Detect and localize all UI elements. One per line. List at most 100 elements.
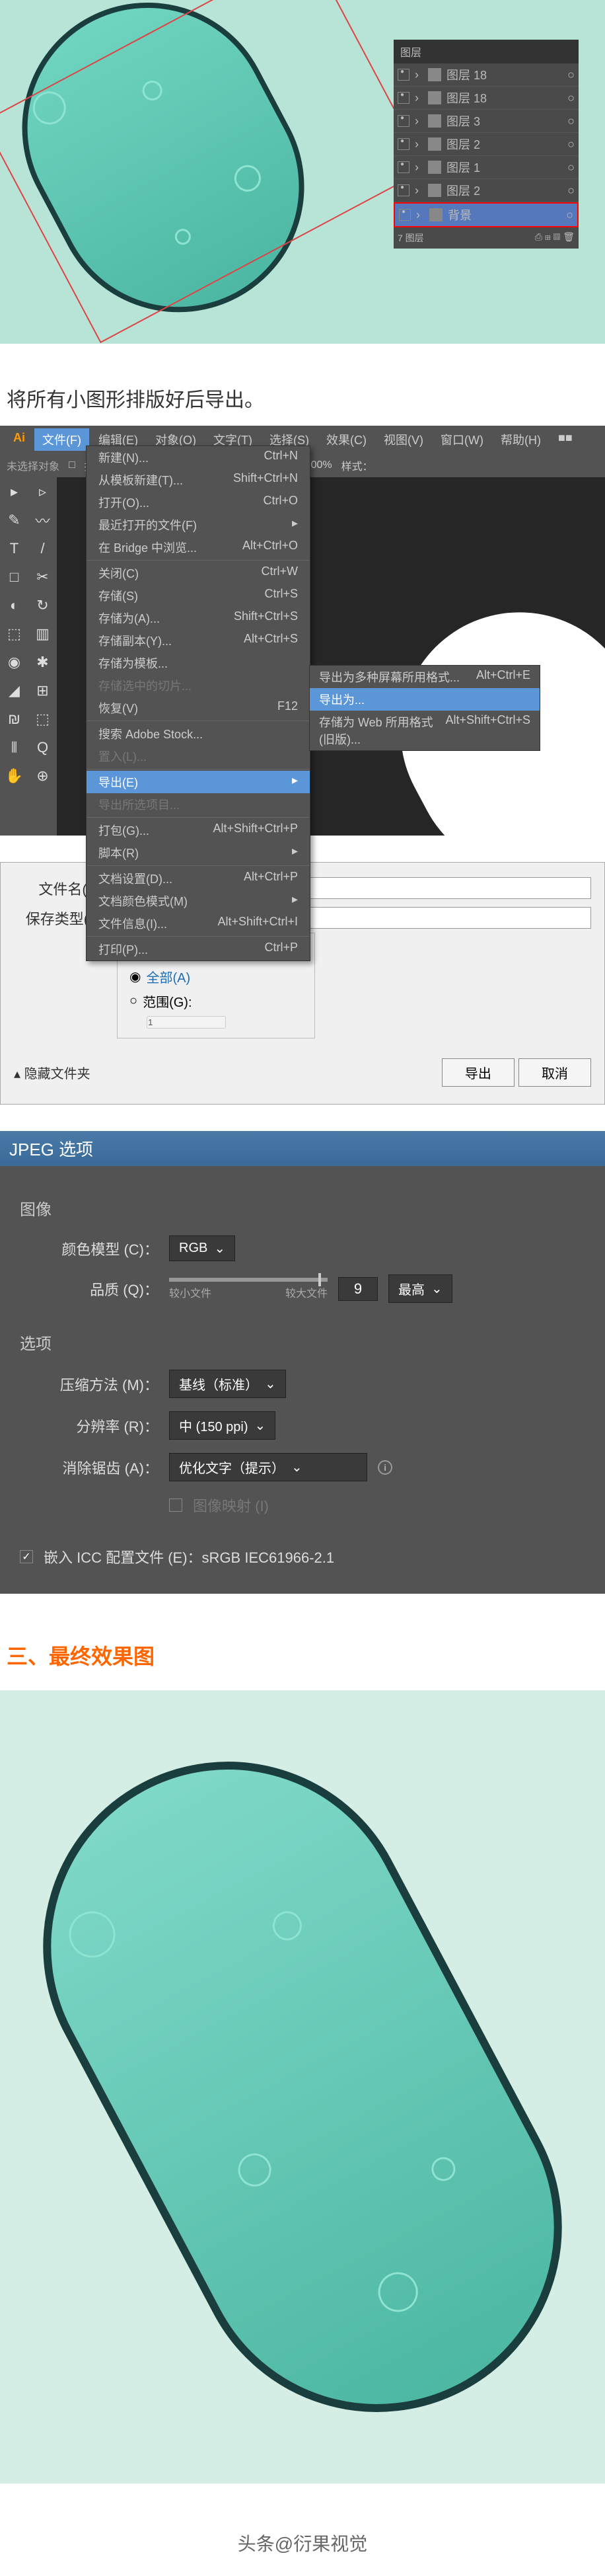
no-selection-label: 未选择对象	[7, 457, 59, 473]
layer-row[interactable]: ›背景○	[394, 202, 579, 227]
layer-row[interactable]: ›图层 2○	[394, 133, 579, 156]
tool-button[interactable]: 〰	[28, 506, 57, 534]
tool-button[interactable]: ✱	[28, 648, 57, 676]
quality-slider[interactable]	[169, 1278, 328, 1282]
quality-preset-select[interactable]: 最高 ⌄	[388, 1274, 452, 1303]
visibility-icon[interactable]	[398, 115, 409, 127]
menu-item[interactable]: 恢复(V)F12	[87, 697, 310, 719]
layer-row[interactable]: ›图层 1○	[394, 156, 579, 179]
visibility-icon[interactable]	[398, 69, 409, 81]
tool-button[interactable]: ₪	[0, 705, 28, 733]
menu-item[interactable]: 在 Bridge 中浏览...Alt+Ctrl+O	[87, 536, 310, 559]
layer-name: 图层 1	[446, 159, 480, 176]
menu-item[interactable]: 打开(O)...Ctrl+O	[87, 491, 310, 514]
tool-button[interactable]: Q	[28, 733, 57, 761]
visibility-icon[interactable]	[398, 161, 409, 173]
imagemap-checkbox	[169, 1499, 182, 1512]
radio-all[interactable]: ◉	[129, 968, 141, 985]
image-section-title: 图像	[20, 1196, 585, 1229]
menu-item[interactable]: 打印(P)...Ctrl+P	[87, 938, 310, 960]
tool-button[interactable]: ◐	[0, 591, 28, 619]
info-icon[interactable]: i	[378, 1460, 392, 1475]
menu-item[interactable]: 关闭(C)Ctrl+W	[87, 562, 310, 584]
menu-item[interactable]: 存储为模板...	[87, 652, 310, 674]
submenu-item[interactable]: 导出为多种屏幕所用格式...Alt+Ctrl+E	[310, 666, 540, 688]
export-button[interactable]: 导出	[442, 1058, 515, 1087]
tool-button[interactable]: ✋	[0, 761, 28, 790]
layer-thumbnail	[428, 91, 441, 104]
tool-button[interactable]: ✂	[28, 563, 57, 591]
layers-panel: 图层 ›图层 18○›图层 18○›图层 3○›图层 2○›图层 1○›图层 2…	[394, 40, 579, 249]
submenu-item[interactable]: 导出为...	[310, 688, 540, 711]
menu-item[interactable]: 存储副本(Y)...Alt+Ctrl+S	[87, 629, 310, 652]
tool-button[interactable]: ▹	[28, 477, 57, 506]
tool-button[interactable]: ↻	[28, 591, 57, 619]
visibility-icon[interactable]	[398, 138, 409, 150]
menu-item[interactable]: 窗口(W)	[433, 428, 491, 451]
illustrator-ui: Ai 文件(F)编辑(E)对象(O)文字(T)选择(S)效果(C)视图(V)窗口…	[0, 426, 605, 836]
tool-button[interactable]: ✎	[0, 506, 28, 534]
tool-button[interactable]: ⬚	[28, 705, 57, 733]
submenu-item[interactable]: 存储为 Web 所用格式 (旧版)...Alt+Shift+Ctrl+S	[310, 711, 540, 750]
section-3-heading: 三、最终效果图	[0, 1620, 605, 1690]
tool-button[interactable]: ▸	[0, 477, 28, 506]
visibility-icon[interactable]	[399, 209, 411, 221]
menu-item[interactable]: 文件(F)	[34, 428, 89, 451]
compression-select[interactable]: 基线（标准） ⌄	[169, 1370, 286, 1398]
chevron-down-icon: ⌄	[214, 1240, 225, 1257]
radio-range[interactable]: ○	[129, 994, 137, 1009]
toolbar: ▸▹✎〰T/□✂◐↻⬚▥◉✱◢⊞₪⬚⫴Q✋⊕	[0, 477, 57, 790]
menu-item[interactable]: 新建(N)...Ctrl+N	[87, 446, 310, 469]
menu-item[interactable]: 从模板新建(T)...Shift+Ctrl+N	[87, 469, 310, 491]
layer-row[interactable]: ›图层 3○	[394, 110, 579, 133]
menu-item[interactable]: 文档颜色模式(M) ▸	[87, 890, 310, 912]
menu-item[interactable]: 帮助(H)	[493, 428, 549, 451]
range-input	[147, 1016, 226, 1029]
cancel-button[interactable]: 取消	[518, 1058, 591, 1087]
layer-name: 图层 2	[446, 182, 480, 199]
menu-item[interactable]: 导出(E) ▸	[87, 771, 310, 793]
visibility-icon[interactable]	[398, 184, 409, 196]
menu-item[interactable]: ■■	[550, 428, 581, 451]
menu-item[interactable]: 视图(V)	[376, 428, 431, 451]
footer-credit: 头条@衍果视觉	[0, 2510, 605, 2576]
menu-item[interactable]: 文档设置(D)...Alt+Ctrl+P	[87, 867, 310, 890]
tool-button[interactable]: ▥	[28, 619, 57, 648]
tool-button[interactable]: ⫴	[0, 733, 28, 761]
tool-button[interactable]: □	[0, 563, 28, 591]
file-menu-dropdown: 新建(N)...Ctrl+N从模板新建(T)...Shift+Ctrl+N打开(…	[86, 446, 310, 961]
tool-button[interactable]: ◢	[0, 676, 28, 705]
menu-item[interactable]: 存储为(A)...Shift+Ctrl+S	[87, 607, 310, 629]
embed-icc-checkbox[interactable]: ✓	[20, 1550, 33, 1563]
layer-row[interactable]: ›图层 18○	[394, 63, 579, 87]
menu-item[interactable]: 文件信息(I)...Alt+Shift+Ctrl+I	[87, 912, 310, 935]
chevron-right-icon: ▸	[292, 773, 298, 787]
layer-thumbnail	[428, 68, 441, 81]
final-result-image	[0, 1690, 605, 2483]
layer-name: 背景	[448, 206, 472, 223]
hide-folders-toggle[interactable]: ▴ 隐藏文件夹	[14, 1063, 90, 1082]
layer-row[interactable]: ›图层 2○	[394, 179, 579, 202]
tool-button[interactable]: ⊕	[28, 761, 57, 790]
quality-value-input[interactable]: 9	[338, 1277, 378, 1301]
menu-item[interactable]: 脚本(R) ▸	[87, 841, 310, 864]
menu-item[interactable]: 存储(S)Ctrl+S	[87, 584, 310, 607]
menu-item[interactable]: 搜索 Adobe Stock...	[87, 722, 310, 745]
tool-button[interactable]: ⬚	[0, 619, 28, 648]
tool-button[interactable]: /	[28, 534, 57, 563]
color-model-select[interactable]: RGB ⌄	[169, 1235, 235, 1261]
visibility-icon[interactable]	[398, 92, 409, 104]
antialias-select[interactable]: 优化文字（提示） ⌄	[169, 1453, 367, 1481]
tool-button[interactable]: ◉	[0, 648, 28, 676]
menu-item[interactable]: 最近打开的文件(F) ▸	[87, 514, 310, 536]
compression-label: 压缩方法 (M)：	[20, 1374, 159, 1395]
layer-row[interactable]: ›图层 18○	[394, 87, 579, 110]
menu-item[interactable]: 效果(C)	[318, 428, 374, 451]
tool-button[interactable]: T	[0, 534, 28, 563]
antialias-label: 消除锯齿 (A)：	[20, 1457, 159, 1478]
resolution-select[interactable]: 中 (150 ppi) ⌄	[169, 1411, 275, 1440]
chevron-right-icon: ▸	[292, 516, 298, 530]
chevron-right-icon: ▸	[292, 892, 298, 906]
menu-item[interactable]: 打包(G)...Alt+Shift+Ctrl+P	[87, 819, 310, 841]
tool-button[interactable]: ⊞	[28, 676, 57, 705]
